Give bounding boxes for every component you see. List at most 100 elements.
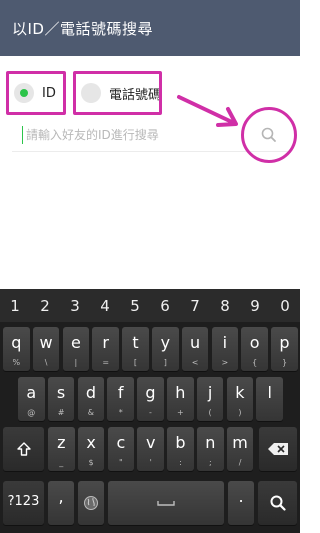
key-u-alt-label: < [191,358,199,367]
key-j-alt-label: ( [208,408,212,417]
page-title: 以ID／電話號碼搜尋 [12,19,153,38]
key-q[interactable]: q% [3,327,30,371]
period-key-label: . [238,487,244,506]
key-b-label: b [175,433,186,452]
key-r-label: r [102,333,109,352]
key-w-label: w [39,333,53,352]
key-b[interactable]: b: [167,427,194,471]
key-k-label: k [235,383,245,402]
language-key[interactable] [78,481,104,525]
key-g-label: g [145,383,156,402]
key-g[interactable]: g- [137,377,164,421]
key-c[interactable]: c " [107,427,135,471]
key-k[interactable]: k) [226,377,254,421]
key-t[interactable]: t[ [122,327,149,371]
key-m-label: m [232,433,248,452]
key-s-label: s [56,383,66,402]
key-w-alt-label: \ [44,358,48,367]
arrow-annotation-icon [177,95,238,127]
space-key[interactable] [108,481,224,525]
key-c-alt-label: " [119,458,123,467]
radio-option-phone[interactable]: 電話號碼 [73,71,162,115]
radio-option-id[interactable]: ID [6,71,66,115]
soft-keyboard: 1234567890 q% w \ e | r = t[y] u < i > o{p} a @ s # d & f * g… [0,289,300,533]
search-icon [261,127,276,142]
comma-key[interactable]: , [48,481,74,525]
key-9[interactable]: 9 [240,297,270,315]
key-e[interactable]: e | [62,327,90,371]
key-d-alt-label: & [87,408,95,417]
key-v[interactable]: v ' [137,427,164,471]
key-d[interactable]: d & [77,377,105,421]
key-y[interactable]: y] [152,327,179,371]
key-f-label: f [117,383,124,402]
key-3[interactable]: 3 [60,297,90,315]
symbols-key-label: ?123 [7,494,40,509]
key-6[interactable]: 6 [150,297,180,315]
key-o[interactable]: o{ [241,327,268,371]
key-m[interactable]: m / [226,427,254,471]
key-v-label: v [145,433,156,452]
key-n-alt-label: ; [208,458,212,467]
key-1[interactable]: 1 [0,297,30,315]
key-8[interactable]: 8 [210,297,240,315]
key-7[interactable]: 7 [180,297,210,315]
key-z-alt-label: _ [59,458,64,467]
key-0[interactable]: 0 [270,297,300,315]
key-l[interactable]: l [256,377,283,421]
shift-key[interactable] [3,427,44,471]
key-u[interactable]: u < [181,327,209,371]
symbols-key[interactable]: ?123 [3,481,44,525]
number-row: 1234567890 [0,289,300,322]
key-5[interactable]: 5 [120,297,150,315]
key-b-alt-label: : [179,458,182,467]
key-o-label: o [249,333,260,352]
key-l-label: l [267,383,272,402]
key-y-alt-label: ] [163,358,167,367]
header-bar: 以ID／電話號碼搜尋 [0,0,300,56]
key-x[interactable]: x $ [77,427,105,471]
highlight-box [73,71,162,115]
key-r-alt-label: = [102,358,110,367]
key-a-label: a [26,383,37,402]
key-h[interactable]: h + [167,377,194,421]
key-c-label: c [116,433,126,452]
key-r[interactable]: r = [92,327,119,371]
key-f[interactable]: f * [107,377,134,421]
key-p[interactable]: p} [271,327,298,371]
key-a[interactable]: a @ [18,377,45,421]
key-q-alt-label: % [12,358,21,367]
key-z-label: z [57,433,66,452]
key-e-alt-label: | [74,358,78,367]
backspace-key[interactable] [259,427,297,471]
key-k-alt-label: ) [238,408,242,417]
key-h-alt-label: + [176,408,184,417]
key-g-alt-label: - [149,408,152,417]
key-o-alt-label: { [252,358,258,367]
period-key[interactable]: . [228,481,254,525]
key-q-label: q [11,333,22,352]
key-x-label: x [86,433,96,452]
key-u-label: u [190,333,201,352]
key-s[interactable]: s # [47,377,75,421]
key-t-alt-label: [ [133,358,138,367]
search-icon [258,481,297,525]
key-j[interactable]: j( [196,377,224,421]
key-i[interactable]: i > [211,327,239,371]
key-f-alt-label: * [118,408,123,417]
key-w[interactable]: w \ [32,327,60,371]
key-z[interactable]: z _ [48,427,75,471]
keyboard-search-key[interactable] [258,481,297,525]
key-v-alt-label: ' [149,458,152,467]
key-n[interactable]: n; [197,427,224,471]
key-i-label: i [222,333,228,352]
key-2[interactable]: 2 [30,297,60,315]
backspace-icon [259,427,297,471]
key-4[interactable]: 4 [90,297,120,315]
space-icon [108,481,224,525]
key-d-label: d [85,383,96,402]
key-m-alt-label: / [238,458,242,467]
key-s-alt-label: # [57,408,65,417]
search-button[interactable] [241,107,297,163]
key-a-alt-label: @ [27,408,36,417]
